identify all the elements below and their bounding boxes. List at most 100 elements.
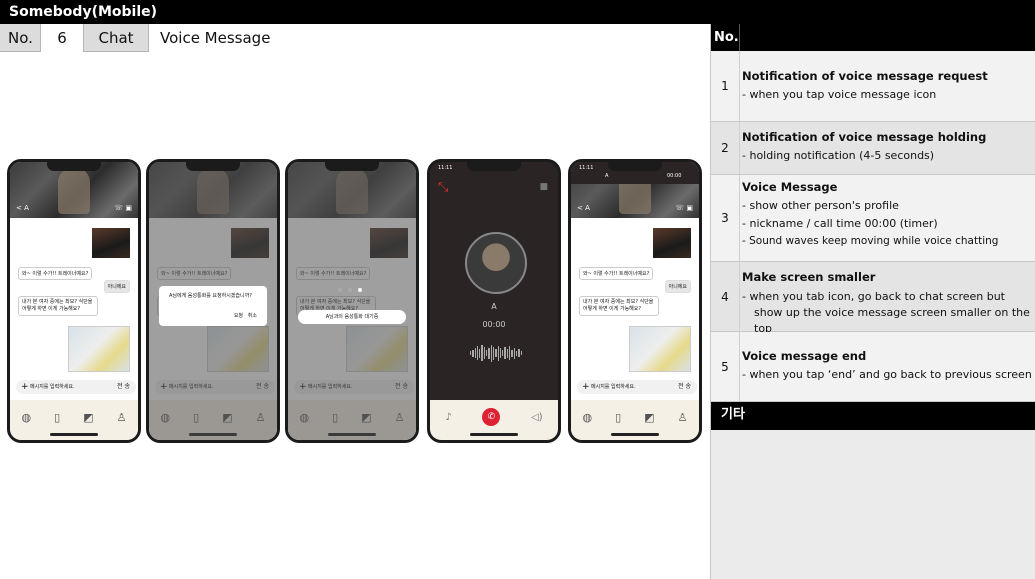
phone-holding: 와~ 이렇 수가!! 트레이너예요? 내가 본 여자 중에는 최모? 식단을 어…: [285, 159, 419, 443]
category-label: Chat: [84, 24, 149, 52]
input-placeholder: 메시지를 입력하세요.: [591, 384, 636, 390]
phone-notch: [467, 162, 521, 171]
plus-icon[interactable]: +: [21, 380, 29, 394]
message-input[interactable]: + 메시지를 입력하세요. 전 송: [577, 380, 697, 394]
chat-bubble: 와~ 이렇 수가!! 트레이너예요?: [579, 267, 654, 280]
message-input[interactable]: + 메시지를 입력하세요. 전 송: [16, 380, 136, 394]
nav-profile-icon[interactable]: ♙: [117, 411, 127, 424]
dialog-cancel-button[interactable]: 취소: [248, 313, 257, 319]
back-button[interactable]: < A: [16, 204, 29, 212]
photo-message[interactable]: [653, 228, 691, 258]
chat-messages: 와~ 이렇 수가!! 트레이너예요? 아니에요 내가 본 여자 중에는 최모? …: [10, 218, 138, 400]
no-value: 6: [41, 24, 84, 52]
row-line: - when you tap voice message icon: [742, 88, 937, 101]
call-timer: 00:00: [482, 320, 506, 329]
video-icon[interactable]: ■: [539, 182, 548, 192]
caller-nickname: A: [491, 302, 497, 311]
chat-bubble-own: 아니에요: [103, 280, 130, 293]
status-time: 11:11: [438, 165, 453, 171]
desc-row-1: 1 Notification of voice message request …: [711, 51, 1035, 122]
map-message[interactable]: [629, 326, 691, 372]
chat-header: < A ☏ ▣: [571, 199, 699, 219]
home-indicator: [470, 433, 518, 436]
voice-call-icon[interactable]: ☏ ▣: [114, 204, 132, 212]
map-message[interactable]: [68, 326, 130, 372]
row-number: 2: [711, 122, 740, 174]
chat-header: < A ☏ ▣: [10, 199, 138, 219]
row-number: 5: [711, 332, 740, 401]
app-title: Somebody(Mobile): [9, 4, 158, 20]
nav-chat-icon[interactable]: ◩: [83, 411, 93, 424]
row-title: Voice message end: [742, 349, 867, 363]
end-call-button[interactable]: ✆: [482, 408, 501, 426]
chat-bubble: 와~ 이렇 수가!! 트레이너예요?: [18, 267, 93, 280]
desc-row-3: 3 Voice Message - show other person's pr…: [711, 175, 1035, 262]
holding-toast: A님과의 음성통화 대기중: [298, 310, 406, 324]
row-title: Notification of voice message request: [742, 69, 988, 83]
row-number: 4: [711, 262, 740, 331]
desc-row-4: 4 Make screen smaller - when you tab ico…: [711, 262, 1035, 335]
voice-call-icon[interactable]: ☏ ▣: [675, 204, 693, 212]
row-line: - Sound waves keep moving while voice ch…: [742, 235, 999, 247]
mute-icon[interactable]: ♪: [445, 412, 451, 423]
description-panel: No. 1 Notification of voice message requ…: [710, 24, 1035, 579]
row-title: Voice Message: [742, 180, 838, 194]
send-button[interactable]: 전 송: [678, 380, 691, 394]
row-line: - nickname / call time 00:00 (timer): [742, 217, 938, 230]
photo-message[interactable]: [92, 228, 130, 258]
sound-wave: [470, 344, 522, 362]
chat-bubble: 내가 본 여자 중에는 최모? 식단을 어떻게 하면 이게 가능해요?: [579, 296, 659, 316]
panel-header: No.: [711, 24, 1035, 51]
back-button[interactable]: < A: [577, 204, 590, 212]
phone-notch: [47, 162, 101, 171]
nav-home-icon[interactable]: ◍: [583, 411, 593, 424]
phone-notch: [325, 162, 379, 171]
row-title: Make screen smaller: [742, 270, 876, 284]
panel-no-label: No.: [711, 24, 740, 51]
nav-cards-icon[interactable]: ▯: [54, 411, 60, 424]
minimize-icon[interactable]: ⤡: [438, 180, 448, 195]
phone-request-dialog: 와~ 이렇 수가!! 트레이너예요? 내가 본 여자 중에는 최모? 식단을 어…: [146, 159, 280, 443]
phone-chat-minimized: 11:11 A 00:00 < A ☏ ▣ 와~ 이렇 수가!! 트레이너예요?…: [568, 159, 702, 443]
input-placeholder: 메시지를 입력하세요.: [30, 384, 75, 390]
mini-call-time: 00:00: [667, 173, 682, 179]
chat-bubble: 내가 본 여자 중에는 최모? 식단을 어떻게 하면 이게 가능해요?: [18, 296, 98, 316]
phone-notch: [608, 162, 662, 171]
row-line: - when you tap ‘end’ and go back to prev…: [742, 368, 1032, 381]
dim-overlay: [288, 162, 416, 440]
chat-messages: 와~ 이렇 수가!! 트레이너예요? 아니에요 내가 본 여자 중에는 최모? …: [571, 218, 699, 400]
row-title: Notification of voice message holding: [742, 130, 987, 144]
nav-cards-icon[interactable]: ▯: [615, 411, 621, 424]
dialog-text: A님에게 음성통화를 요청하시겠습니까?: [169, 293, 252, 299]
nav-chat-icon[interactable]: ◩: [644, 411, 654, 424]
row-number: 1: [711, 51, 740, 121]
row-line: - holding notification (4-5 seconds): [742, 149, 935, 162]
row-number: 3: [711, 175, 740, 261]
row-line: - show other person's profile: [742, 199, 899, 212]
no-label: No.: [0, 24, 41, 52]
nav-home-icon[interactable]: ◍: [22, 411, 32, 424]
mini-call-name: A: [605, 173, 609, 179]
desc-row-5: 5 Voice message end - when you tap ‘end’…: [711, 332, 1035, 402]
meta-row: No. 6 Chat Voice Message: [0, 24, 710, 52]
dialog-ok-button[interactable]: 요청: [234, 313, 243, 319]
speaker-icon[interactable]: ◁): [531, 412, 543, 423]
app-title-bar: Somebody(Mobile): [0, 0, 1035, 24]
loading-dots: [338, 288, 362, 292]
phone-chat: < A ☏ ▣ 와~ 이렇 수가!! 트레이너예요? 아니에요 내가 본 여자 …: [7, 159, 141, 443]
chat-bubble-own: 아니에요: [664, 280, 691, 293]
row-line: - when you tab icon, go back to chat scr…: [742, 290, 1030, 335]
voice-request-dialog: A님에게 음성통화를 요청하시겠습니까? 요청 취소: [159, 286, 267, 326]
home-indicator: [50, 433, 98, 436]
profile-avatar: [465, 232, 527, 294]
desc-row-2: 2 Notification of voice message holding …: [711, 122, 1035, 175]
screen-title: Voice Message: [149, 24, 710, 52]
etc-section-header: 기타: [711, 402, 1035, 430]
status-time: 11:11: [579, 165, 594, 171]
home-indicator: [611, 433, 659, 436]
plus-icon[interactable]: +: [582, 380, 590, 394]
send-button[interactable]: 전 송: [117, 380, 130, 394]
phone-notch: [186, 162, 240, 171]
nav-profile-icon[interactable]: ♙: [678, 411, 688, 424]
phone-voice-call: 11:11 ⤡ ■ A 00:00 ♪ ✆ ◁): [427, 159, 561, 443]
